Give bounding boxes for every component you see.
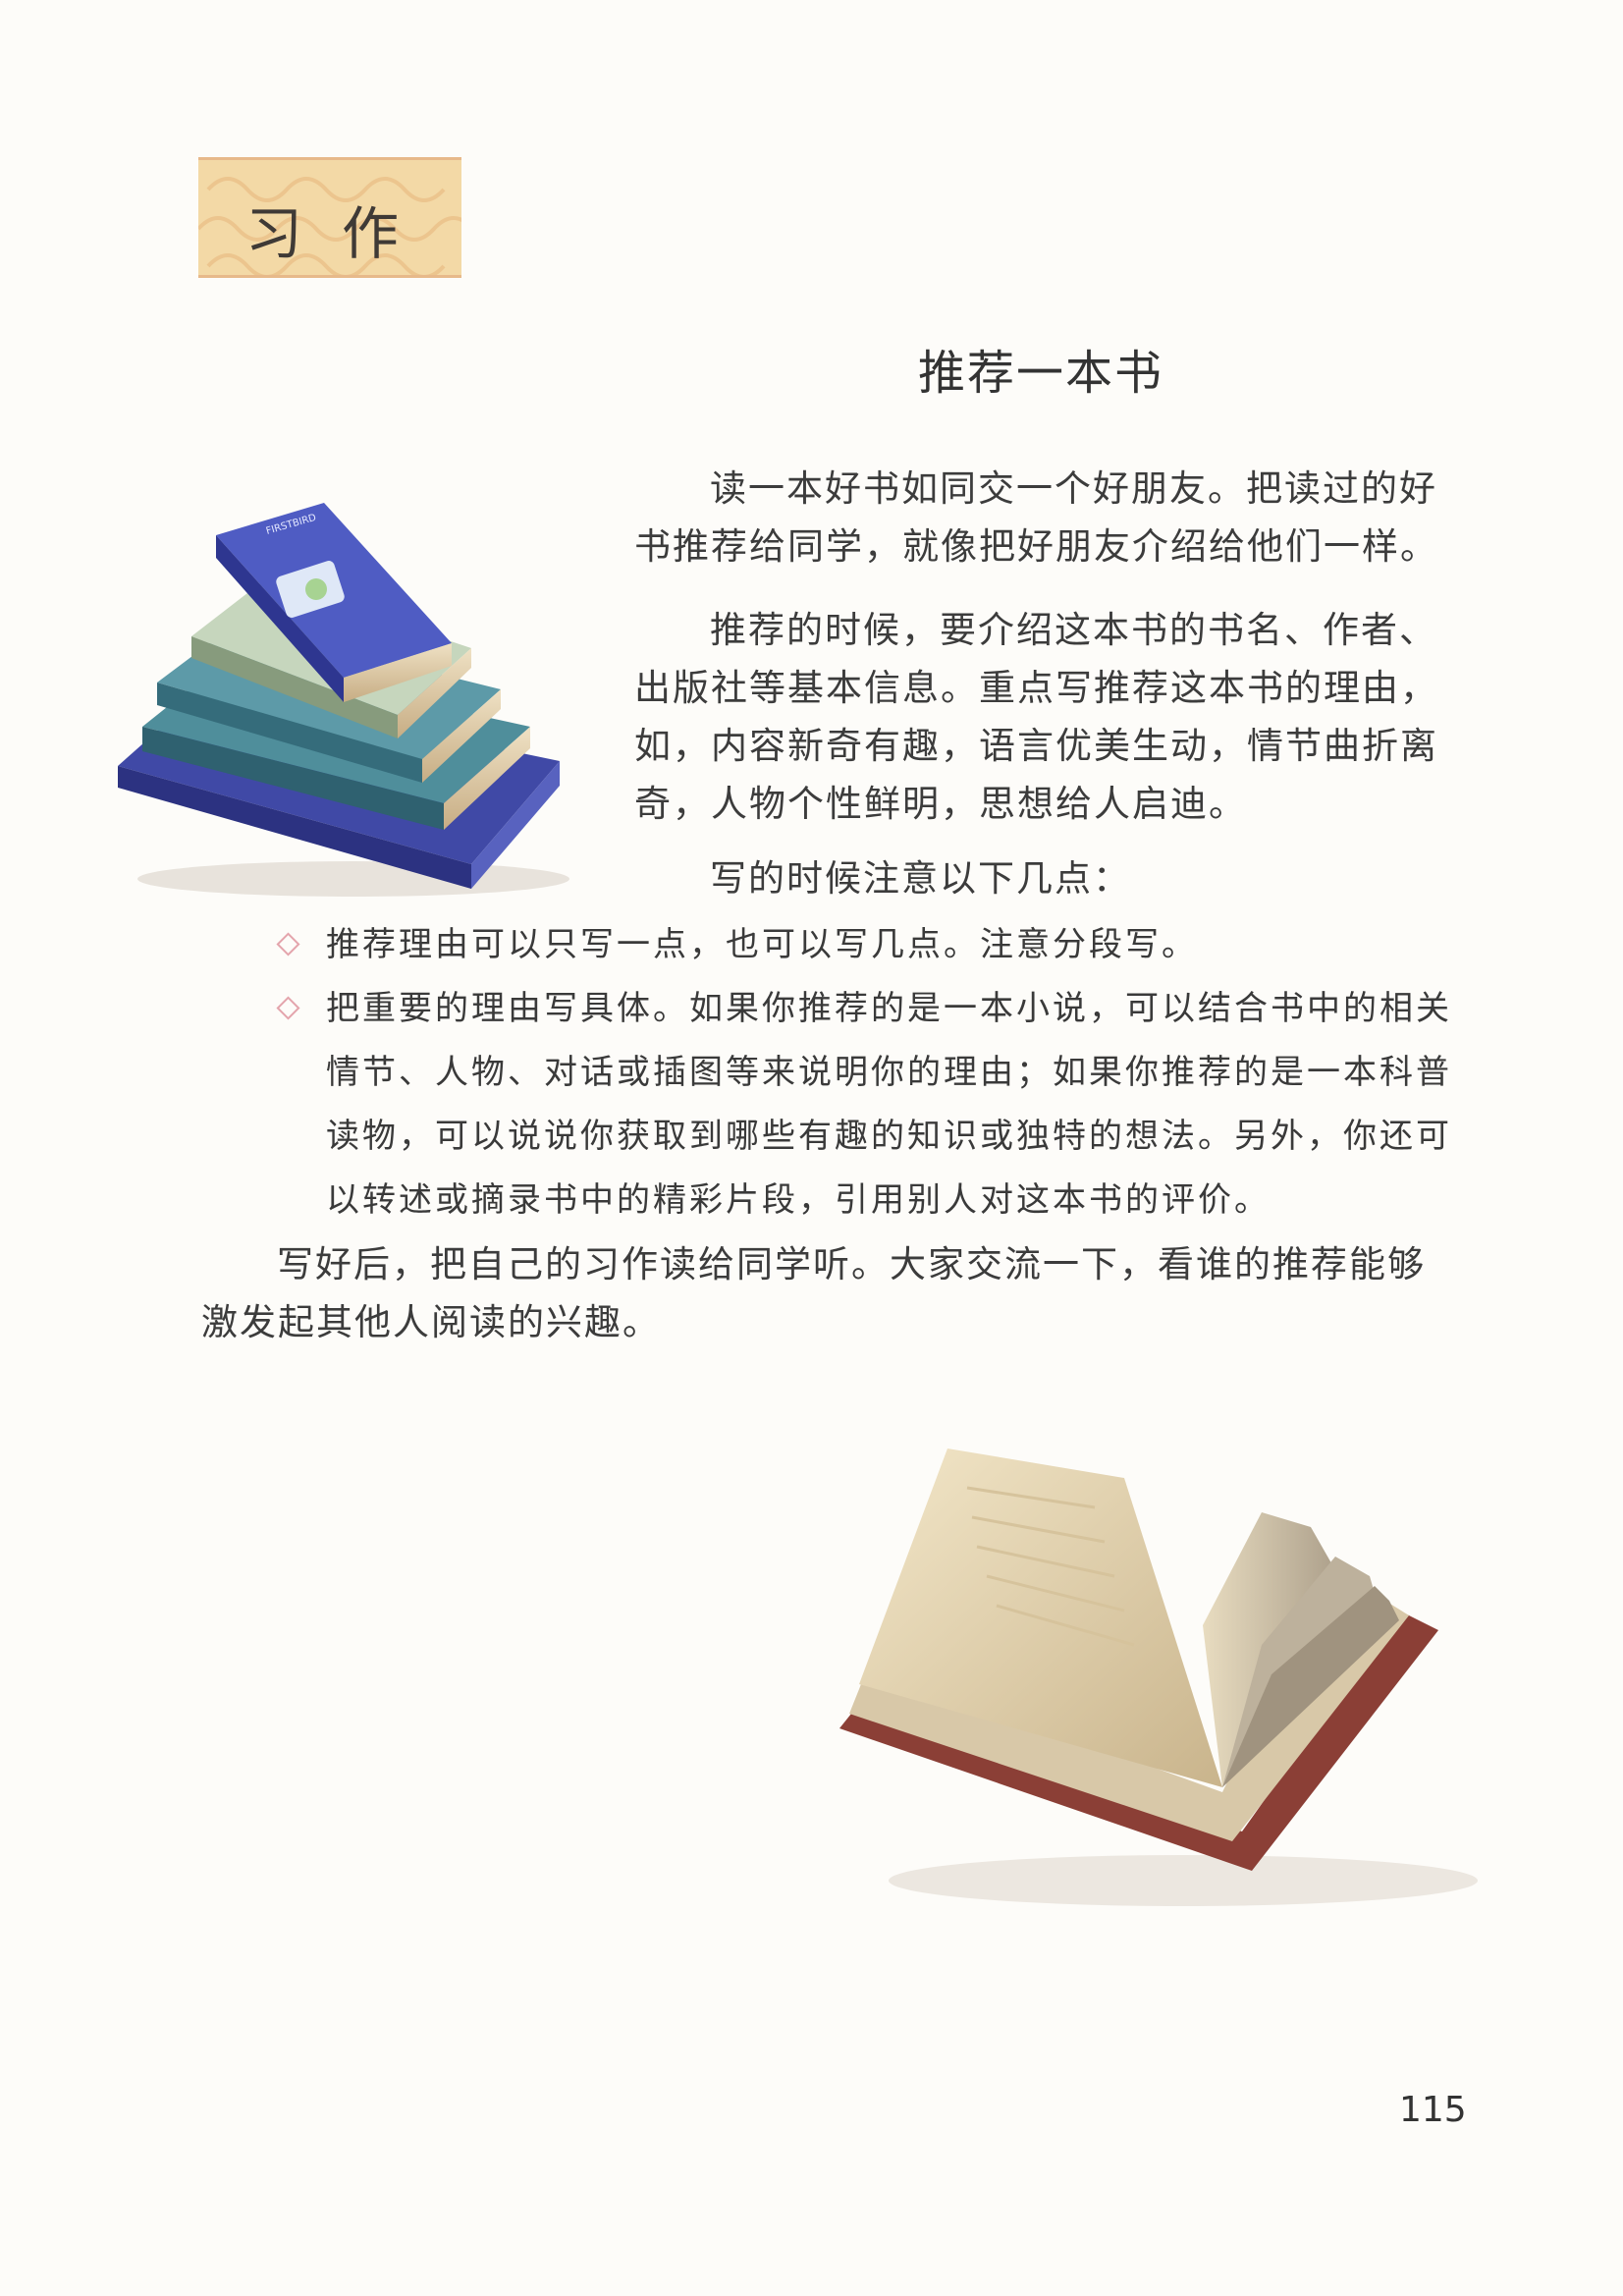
section-tag-label: 习作 xyxy=(245,200,439,267)
section-tag: 习作 xyxy=(198,157,461,278)
page-number: 115 xyxy=(1399,2090,1467,2130)
closing-paragraph: 写好后，把自己的习作读给同学听。大家交流一下，看谁的推荐能够激发起其他人阅读的兴… xyxy=(201,1243,1426,1343)
page-title: 推荐一本书 xyxy=(918,346,1164,401)
open-book-illustration xyxy=(839,1449,1478,1906)
how-paragraph: 推荐的时候，要介绍这本书的书名、作者、出版社等基本信息。重点写推荐这本书的理由，… xyxy=(634,609,1438,825)
intro-paragraph: 读一本好书如同交一个好朋友。把读过的好书推荐给同学，就像把好朋友介绍给他们一样。 xyxy=(634,467,1438,568)
bullet-item: 把重要的理由写具体。如果你推荐的是一本小说，可以结合书中的相关情节、人物、对话或… xyxy=(276,977,1458,1232)
bullet-text: 推荐理由可以只写一点，也可以写几点。注意分段写。 xyxy=(326,925,1198,964)
book-stack-illustration: FIRSTBIRD xyxy=(118,503,569,897)
bullet-item: 推荐理由可以只写一点，也可以写几点。注意分段写。 xyxy=(276,913,1458,977)
diamond-bullet-icon xyxy=(276,996,300,1020)
bullet-text: 把重要的理由写具体。如果你推荐的是一本小说，可以结合书中的相关情节、人物、对话或… xyxy=(326,989,1452,1220)
textbook-page: 习作 推荐一本书 FIRSTBIRD 读一本好书如同交一个好朋友。把读过的好书推… xyxy=(0,0,1623,2296)
diamond-bullet-icon xyxy=(276,932,300,957)
notes-lead-paragraph: 写的时候注意以下几点： xyxy=(710,857,1131,900)
